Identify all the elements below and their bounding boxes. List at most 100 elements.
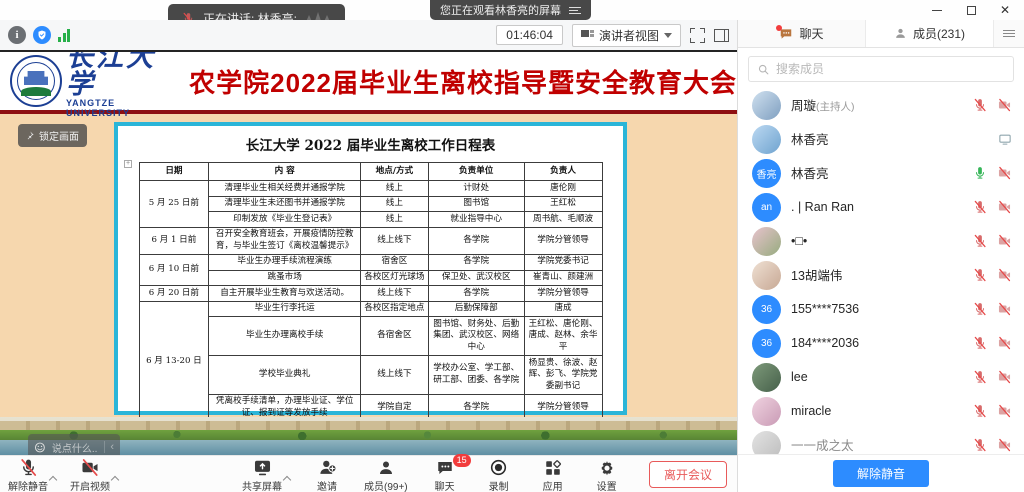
cell-person: 学院党委书记 <box>524 254 602 270</box>
table-row: 6 月 10 日前 毕业生办理手续流程演练 宿舍区 各学院 学院党委书记 <box>139 254 602 270</box>
unmute-button[interactable]: 解除静音 <box>8 458 48 492</box>
tab-chat[interactable]: 聊天 <box>738 20 866 47</box>
bottom-toolbar: 解除静音 开启视频 共享屏幕 邀请 <box>0 455 737 492</box>
watching-banner-text: 您正在观看林香亮的屏幕 <box>440 2 561 18</box>
avatar <box>752 431 781 455</box>
university-logo: 长江大学 YANGTZE UNIVERSITY <box>10 52 171 118</box>
table-move-handle-icon: + <box>124 160 132 168</box>
layout-menu-icon[interactable] <box>569 7 581 14</box>
sidebar-footer: 解除静音 <box>738 454 1024 492</box>
cell-person: 崔青山、颜建洲 <box>524 270 602 286</box>
member-row[interactable]: an . | Ran Ran <box>738 190 1024 224</box>
member-row[interactable]: 13胡端伟 <box>738 258 1024 292</box>
avatar: an <box>752 193 781 222</box>
cell-method: 线上线下 <box>360 356 428 395</box>
share-options-chevron[interactable] <box>283 475 291 483</box>
cell-unit: 保卫处、武汉校区 <box>428 270 524 286</box>
table-row: 清理毕业生未还图书并通报学院 线上 图书馆 王红松 <box>139 196 602 212</box>
cell-unit: 各学院 <box>428 254 524 270</box>
fullscreen-icon[interactable] <box>690 28 705 43</box>
hamburger-menu-icon[interactable] <box>994 20 1024 47</box>
member-row[interactable]: 林香亮 <box>738 122 1024 156</box>
table-row: 6 月 13-20 日 毕业生行李托运 各校区指定地点 后勤保障部 唐成 <box>139 301 602 317</box>
schedule-table: 日期 内 容 地点/方式 负责单位 负责人 5 月 25 日前 清理毕业生相关经… <box>139 162 603 422</box>
shield-icon[interactable] <box>33 26 51 44</box>
meeting-timer: 01:46:04 <box>496 25 563 45</box>
col-header-date: 日期 <box>139 163 209 181</box>
invite-button[interactable]: 邀请 <box>310 458 344 492</box>
video-options-chevron[interactable] <box>111 475 119 483</box>
mic-options-chevron[interactable] <box>49 475 57 483</box>
apps-button[interactable]: 应用 <box>536 458 570 492</box>
cell-method: 各宿舍区 <box>360 317 428 356</box>
cell-content: 毕业生办理离校手续 <box>209 317 361 356</box>
cell-unit: 学校办公室、学工部、研工部、团委、各学院 <box>428 356 524 395</box>
member-row[interactable]: 36 184****2036 <box>738 326 1024 360</box>
pin-tooltip-text: 锁定画面 <box>39 128 79 143</box>
chevron-down-icon <box>664 33 672 42</box>
cell-method: 线上 <box>360 196 428 212</box>
cell-method: 各校区灯光球场 <box>360 270 428 286</box>
table-row: 5 月 25 日前 清理毕业生相关经费并通报学院 线上 计财处 唐伦刚 <box>139 181 602 197</box>
tab-members[interactable]: 成员(231) <box>866 20 994 47</box>
member-row[interactable]: 一一成之太 <box>738 428 1024 454</box>
smiley-icon[interactable] <box>34 441 46 454</box>
info-icon[interactable]: i <box>8 26 26 44</box>
pin-tooltip: 锁定画面 <box>18 124 87 147</box>
cell-unit: 图书馆、财务处、后勤集团、武汉校区、网络中心 <box>428 317 524 356</box>
avatar: 香亮 <box>752 159 781 188</box>
cell-content: 自主开展毕业生教育与欢送活动。 <box>209 286 361 302</box>
table-row: 学校毕业典礼 线上线下 学校办公室、学工部、研工部、团委、各学院 杨显贵、徐波、… <box>139 356 602 395</box>
cell-content: 印制发放《毕业生登记表》 <box>209 212 361 228</box>
cell-method: 线上 <box>360 181 428 197</box>
cell-content: 学校毕业典礼 <box>209 356 361 395</box>
camera-off-icon <box>997 200 1012 214</box>
table-row: 印制发放《毕业生登记表》 线上 就业指导中心 周书航、毛顺波 <box>139 212 602 228</box>
cell-date: 6 月 13-20 日 <box>139 301 209 421</box>
start-video-button[interactable]: 开启视频 <box>70 458 110 492</box>
cell-date: 6 月 20 日前 <box>139 286 209 302</box>
chat-button[interactable]: 聊天 15 <box>428 458 462 492</box>
network-signal-icon[interactable] <box>58 29 70 42</box>
cell-content: 清理毕业生未还图书并通报学院 <box>209 196 361 212</box>
members-button[interactable]: 成员(99+) <box>364 458 408 492</box>
cell-unit: 各学院 <box>428 227 524 254</box>
minimize-button[interactable] <box>924 2 950 18</box>
view-selector-label: 演讲者视图 <box>599 27 659 44</box>
close-button[interactable]: ✕ <box>992 2 1018 18</box>
collapse-arrow-icon[interactable]: ‹ <box>104 441 114 453</box>
view-selector[interactable]: 演讲者视图 <box>572 24 681 47</box>
member-row[interactable]: 香亮 林香亮 <box>738 156 1024 190</box>
table-row: 毕业生办理离校手续 各宿舍区 图书馆、财务处、后勤集团、武汉校区、网络中心 王红… <box>139 317 602 356</box>
member-row[interactable]: •□• <box>738 224 1024 258</box>
col-header-method: 地点/方式 <box>360 163 428 181</box>
member-row[interactable]: lee <box>738 360 1024 394</box>
side-panel-icon[interactable] <box>714 29 729 42</box>
col-header-content: 内 容 <box>209 163 361 181</box>
camera-off-icon <box>997 234 1012 248</box>
member-row[interactable]: miracle <box>738 394 1024 428</box>
mic-muted-icon <box>973 438 987 452</box>
cell-content: 毕业生办理手续流程演练 <box>209 254 361 270</box>
quick-chat-input[interactable]: 说点什么.... <box>52 440 99 455</box>
avatar <box>752 363 781 392</box>
leave-meeting-button[interactable]: 离开会议 <box>649 461 727 488</box>
camera-off-icon <box>997 268 1012 282</box>
member-search <box>738 48 1024 88</box>
sidebar-unmute-button[interactable]: 解除静音 <box>833 460 929 487</box>
settings-button[interactable]: 设置 <box>590 458 624 492</box>
cell-person: 学院分管领导 <box>524 227 602 254</box>
chat-tab-icon <box>779 27 793 41</box>
member-row[interactable]: 36 155****7536 <box>738 292 1024 326</box>
search-input[interactable] <box>776 62 1005 76</box>
record-button[interactable]: 录制 <box>482 458 516 492</box>
share-screen-button[interactable]: 共享屏幕 <box>242 458 282 492</box>
schedule-table-panel: + 长江大学 2022 届毕业生离校工作日程表 日期 内 容 地点/方式 负责单… <box>114 122 627 415</box>
col-header-person: 负责人 <box>524 163 602 181</box>
invite-icon <box>318 458 337 477</box>
camera-off-icon <box>997 404 1012 418</box>
maximize-button[interactable] <box>958 2 984 18</box>
member-row[interactable]: 周璇(主持人) <box>738 88 1024 122</box>
mic-on-icon <box>973 166 987 180</box>
university-emblem-icon <box>10 55 62 107</box>
